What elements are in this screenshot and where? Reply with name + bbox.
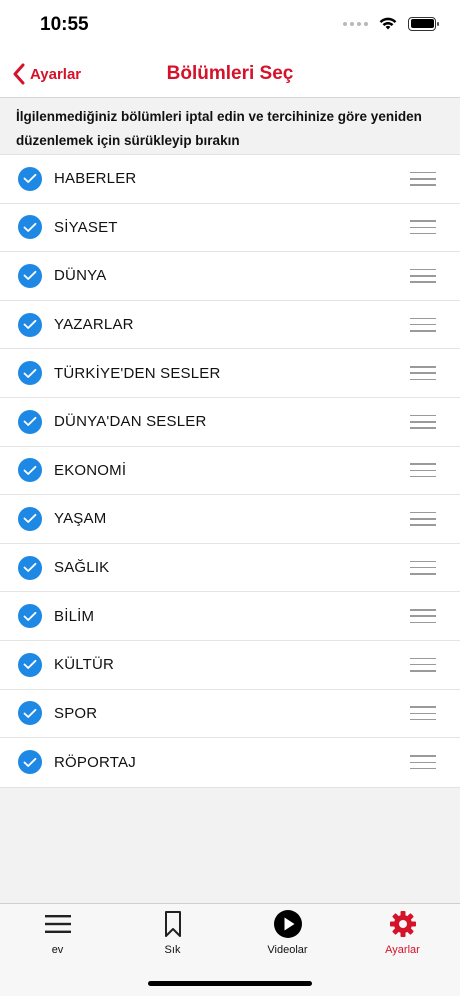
tab-ev[interactable]: ev — [0, 904, 115, 964]
play-icon — [273, 910, 302, 938]
tab-label: Videolar — [267, 944, 308, 956]
section-row[interactable]: KÜLTÜR — [0, 641, 460, 690]
checkmark-icon[interactable] — [18, 312, 42, 337]
drag-handle-icon[interactable] — [410, 268, 436, 283]
tab-sik[interactable]: Sık — [115, 904, 230, 964]
checkmark-icon[interactable] — [18, 555, 42, 580]
checkmark-icon[interactable] — [18, 409, 42, 434]
section-row[interactable]: EKONOMİ — [0, 447, 460, 496]
section-label: YAZARLAR — [54, 316, 134, 334]
drag-handle-icon[interactable] — [410, 171, 436, 186]
bookmark-icon — [164, 911, 181, 937]
tab-label: ev — [51, 944, 64, 956]
status-icons — [343, 16, 439, 31]
battery-icon — [408, 16, 439, 31]
section-label: HABERLER — [54, 170, 137, 188]
section-row[interactable]: RÖPORTAJ — [0, 738, 460, 787]
checkmark-icon[interactable] — [18, 215, 42, 240]
page-title: Bölümleri Seç — [166, 63, 294, 84]
section-label: BİLİM — [54, 607, 95, 625]
section-label: YAŞAM — [54, 510, 107, 528]
checkmark-icon[interactable] — [18, 361, 42, 386]
section-label: EKONOMİ — [54, 461, 127, 479]
checkmark-icon[interactable] — [18, 604, 42, 629]
tab-label: Ayarlar — [385, 944, 420, 956]
home-indicator — [148, 981, 312, 986]
gear-icon — [389, 911, 416, 937]
section-label: SAĞLIK — [54, 559, 110, 577]
drag-handle-icon[interactable] — [410, 414, 436, 429]
drag-handle-icon[interactable] — [410, 609, 436, 624]
checkmark-icon[interactable] — [18, 652, 42, 677]
drag-handle-icon[interactable] — [410, 511, 436, 526]
section-label: DÜNYA — [54, 267, 107, 285]
instructions-text: İlgilenmediğiniz bölümleri iptal edin ve… — [0, 98, 460, 154]
section-row[interactable]: DÜNYA — [0, 252, 460, 301]
drag-handle-icon[interactable] — [410, 220, 436, 235]
checkmark-icon[interactable] — [18, 166, 42, 191]
drag-handle-icon[interactable] — [410, 706, 436, 721]
drag-handle-icon[interactable] — [410, 317, 436, 332]
checkmark-icon[interactable] — [18, 263, 42, 288]
section-row[interactable]: HABERLER — [0, 155, 460, 204]
section-row[interactable]: YAZARLAR — [0, 301, 460, 350]
section-row[interactable]: BİLİM — [0, 592, 460, 641]
checkmark-icon[interactable] — [18, 458, 42, 483]
menu-icon — [44, 915, 71, 933]
section-label: DÜNYA'DAN SESLER — [54, 413, 207, 431]
section-label: RÖPORTAJ — [54, 753, 136, 771]
drag-handle-icon[interactable] — [410, 463, 436, 478]
section-label: KÜLTÜR — [54, 656, 115, 674]
navigation-bar: Ayarlar Bölümleri Seç — [0, 50, 460, 98]
section-row[interactable]: SAĞLIK — [0, 544, 460, 593]
cellular-signal-icon — [343, 21, 368, 26]
wifi-icon — [379, 17, 397, 30]
tab-videolar[interactable]: Videolar — [230, 904, 345, 964]
section-row[interactable]: DÜNYA'DAN SESLER — [0, 398, 460, 447]
section-row[interactable]: SİYASET — [0, 204, 460, 253]
section-label: SİYASET — [54, 218, 118, 236]
tab-ayarlar[interactable]: Ayarlar — [345, 904, 460, 964]
status-bar: 10:55 — [0, 0, 460, 50]
drag-handle-icon[interactable] — [410, 755, 436, 770]
drag-handle-icon[interactable] — [410, 657, 436, 672]
status-time: 10:55 — [40, 14, 89, 35]
checkmark-icon[interactable] — [18, 506, 42, 531]
section-row[interactable]: YAŞAM — [0, 495, 460, 544]
section-label: SPOR — [54, 704, 98, 722]
section-list: HABERLER SİYASET DÜNYA YAZARLAR TÜRKİYE'DEN … — [0, 154, 460, 788]
tab-label: Sık — [164, 944, 181, 956]
section-row[interactable]: SPOR — [0, 690, 460, 739]
section-label: TÜRKİYE'DEN SESLER — [54, 364, 221, 382]
checkmark-icon[interactable] — [18, 701, 42, 726]
checkmark-icon[interactable] — [18, 750, 42, 775]
section-row[interactable]: TÜRKİYE'DEN SESLER — [0, 349, 460, 398]
drag-handle-icon[interactable] — [410, 560, 436, 575]
drag-handle-icon[interactable] — [410, 366, 436, 381]
